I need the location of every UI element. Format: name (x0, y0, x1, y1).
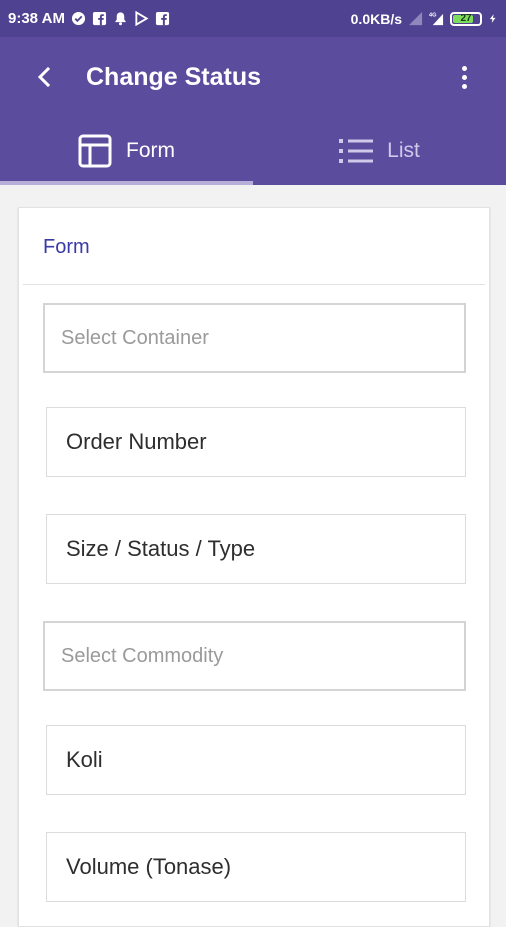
tab-bar: Form List (0, 117, 506, 185)
check-circle-icon (71, 11, 86, 26)
size-status-type-field[interactable]: Size / Status / Type (46, 514, 466, 584)
notification-bell-icon (115, 12, 126, 26)
koli-label: Koli (66, 747, 103, 772)
facebook-icon (92, 11, 107, 26)
layout-icon (78, 134, 112, 168)
order-number-field[interactable]: Order Number (46, 407, 466, 477)
form-card: Form Select Container Order Number Size … (18, 207, 490, 927)
status-bar: 9:38 AM 0.0KB/s 4G 27 (0, 0, 506, 37)
signal-weak-icon (408, 11, 423, 26)
tab-indicator (0, 181, 253, 185)
page-title: Change Status (86, 62, 262, 91)
size-status-type-label: Size / Status / Type (66, 536, 256, 561)
tab-form-label: Form (126, 139, 175, 162)
facebook-icon (155, 11, 170, 26)
select-commodity-placeholder: Select Commodity (61, 644, 224, 667)
order-number-label: Order Number (66, 429, 207, 454)
select-commodity-dropdown[interactable]: Select Commodity (43, 621, 466, 691)
clock-text: 9:38 AM (8, 10, 65, 27)
select-container-dropdown[interactable]: Select Container (43, 303, 466, 373)
list-icon (339, 139, 374, 163)
battery-icon: 27 (450, 11, 482, 26)
network-speed-text: 0.0KB/s (350, 10, 402, 27)
tab-form[interactable]: Form (0, 117, 253, 185)
charging-bolt-icon (489, 14, 496, 23)
signal-4g-icon: 4G (429, 13, 444, 26)
more-vertical-icon[interactable] (452, 57, 476, 97)
arrow-left-icon (37, 66, 51, 88)
tab-list-label: List (387, 139, 420, 162)
back-button[interactable] (24, 57, 64, 97)
divider (23, 284, 485, 285)
svg-text:4G: 4G (429, 13, 437, 19)
volume-tonase-field[interactable]: Volume (Tonase) (46, 832, 466, 902)
koli-field[interactable]: Koli (46, 725, 466, 795)
app-bar: Change Status (0, 37, 506, 117)
tab-list[interactable]: List (253, 117, 506, 185)
volume-tonase-label: Volume (Tonase) (66, 854, 232, 879)
play-store-icon (135, 11, 149, 26)
select-container-placeholder: Select Container (61, 326, 209, 349)
card-title: Form (43, 236, 90, 258)
